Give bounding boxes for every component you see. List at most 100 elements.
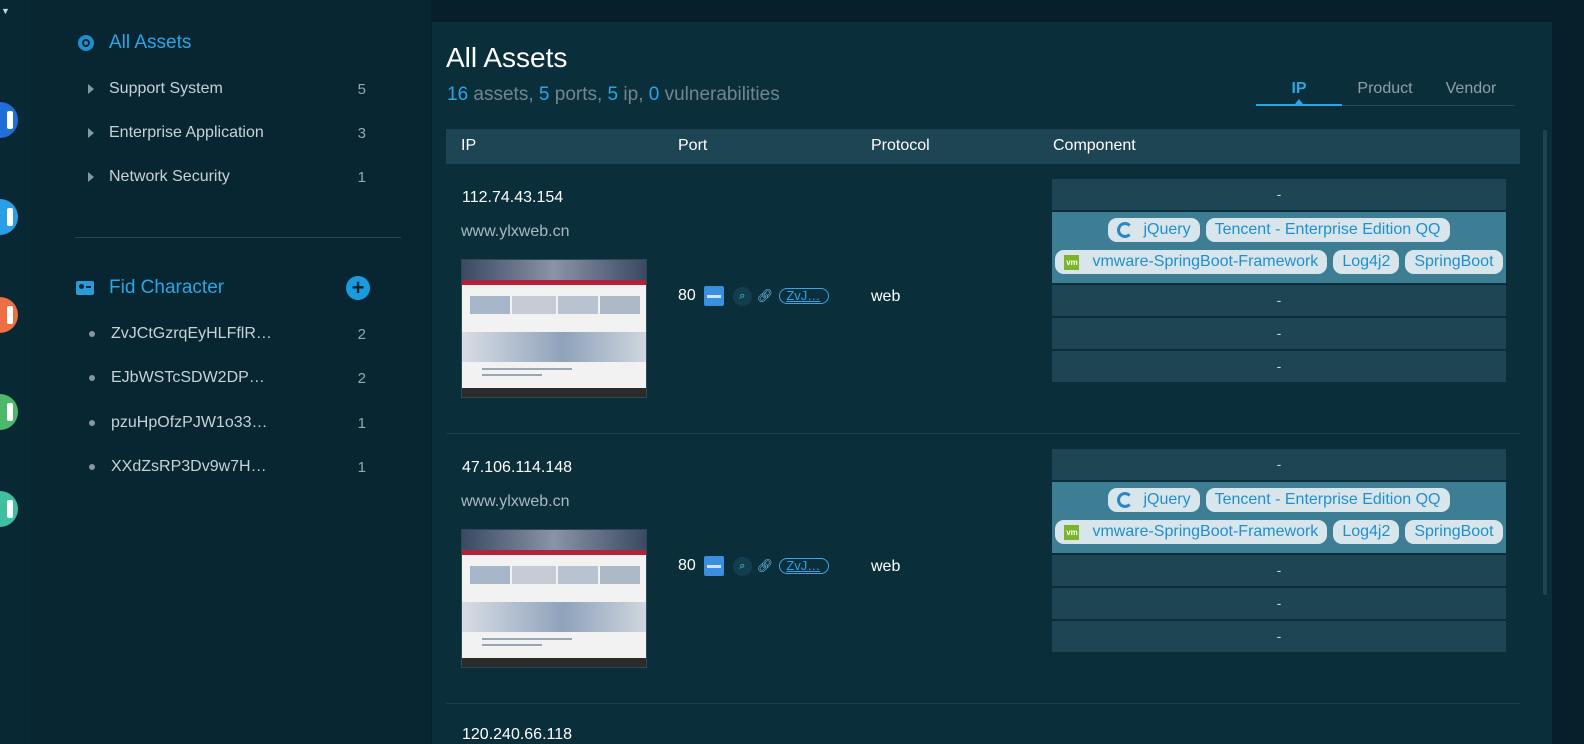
assets-panel: All Assets 16 assets, 5 ports, 5 ip, 0 v…	[432, 22, 1552, 744]
component-chip-log4j2[interactable]: Log4j2	[1333, 250, 1400, 274]
chip-label: Log4j2	[1342, 253, 1391, 270]
fid-item-count: 2	[357, 325, 366, 343]
rail-app-icon-1[interactable]	[0, 102, 18, 138]
page-title: All Assets	[446, 42, 568, 73]
column-header-ip: IP	[461, 137, 477, 154]
chip-label: vmware-SpringBoot-Framework	[1092, 253, 1319, 270]
component-chip-vmware-springboot[interactable]: vm vmware-SpringBoot-Framework	[1055, 520, 1328, 544]
search-detail-icon[interactable]: ⌕	[732, 286, 752, 306]
fid-item-label: pzuHpOfzPJW1o33…	[111, 414, 268, 431]
category-count: 3	[357, 124, 366, 142]
website-screenshot-thumbnail[interactable]	[461, 259, 647, 398]
protocol-value: web	[871, 558, 901, 575]
add-fid-button[interactable]: +	[346, 276, 370, 300]
chip-label: vmware-SpringBoot-Framework	[1092, 523, 1319, 540]
rail-app-icon-5[interactable]	[0, 491, 18, 527]
bullet-icon	[89, 331, 95, 337]
fid-character-label: Fid Character	[109, 277, 225, 298]
web-service-icon[interactable]	[703, 286, 724, 306]
fid-tag[interactable]: ZvJ…	[779, 288, 830, 304]
table-row: 47.106.114.148 www.ylxweb.cn 80 ⌕ 🔗︎ ZvJ…	[446, 434, 1520, 704]
jquery-icon	[1117, 222, 1134, 238]
port-number: 80	[678, 287, 696, 304]
component-cell: - jQuery Tencent - Enterprise Edition QQ…	[1052, 449, 1506, 654]
asset-summary: 16 assets, 5 ports, 5 ip, 0 vulnerabilit…	[447, 84, 780, 106]
tab-product[interactable]: Product	[1342, 78, 1428, 105]
fid-tag[interactable]: ZvJ…	[779, 558, 830, 574]
category-item-network-security[interactable]: Network Security 1	[88, 168, 374, 186]
fid-item[interactable]: EJbWSTcSDW2DP… 2	[88, 369, 374, 387]
row-ip-partial[interactable]: 120.240.66.118	[462, 726, 572, 744]
fid-item-count: 1	[357, 414, 366, 432]
fid-item[interactable]: XXdZsRP3Dv9w7H… 1	[88, 458, 374, 476]
fid-item[interactable]: ZvJCtGzrqEyHLFflR… 2	[88, 325, 374, 343]
web-service-icon[interactable]	[703, 556, 724, 576]
tab-vendor[interactable]: Vendor	[1428, 78, 1514, 105]
row-host[interactable]: www.ylxweb.cn	[461, 223, 569, 241]
expand-caret-icon[interactable]	[88, 84, 94, 94]
component-chip-vmware-springboot[interactable]: vm vmware-SpringBoot-Framework	[1055, 250, 1328, 274]
chip-label: Tencent - Enterprise Edition QQ	[1214, 491, 1441, 508]
component-empty-row: -	[1052, 555, 1506, 588]
component-chip-log4j2[interactable]: Log4j2	[1333, 520, 1400, 544]
port-cell: 80 ⌕ 🔗︎ ZvJ…	[678, 286, 830, 306]
component-chip-tencent-qq[interactable]: Tencent - Enterprise Edition QQ	[1205, 488, 1450, 512]
rail-app-icon-2[interactable]	[0, 199, 18, 235]
component-chip-springboot[interactable]: SpringBoot	[1405, 520, 1503, 544]
assets-text: assets,	[468, 84, 539, 105]
component-chip-tencent-qq[interactable]: Tencent - Enterprise Edition QQ	[1205, 218, 1450, 242]
port-number: 80	[678, 557, 696, 574]
chip-label: SpringBoot	[1414, 253, 1494, 270]
expand-caret-icon[interactable]	[88, 172, 94, 182]
chip-label: Tencent - Enterprise Edition QQ	[1214, 221, 1441, 238]
ip-count: 5	[607, 84, 619, 105]
rail-app-icon-3[interactable]	[0, 297, 18, 333]
ports-count: 5	[538, 84, 550, 105]
chip-label: Log4j2	[1342, 523, 1391, 540]
component-empty-row: -	[1052, 179, 1506, 212]
component-empty-row: -	[1052, 285, 1506, 318]
category-label: Enterprise Application	[109, 124, 264, 141]
category-count: 1	[357, 168, 366, 186]
nav-all-assets[interactable]: All Assets	[78, 32, 191, 54]
category-count: 5	[357, 80, 366, 98]
category-item-support-system[interactable]: Support System 5	[88, 80, 374, 98]
ip-text: ip,	[618, 84, 649, 105]
component-chips: jQuery Tencent - Enterprise Edition QQ v…	[1052, 212, 1506, 285]
port-cell: 80 ⌕ 🔗︎ ZvJ…	[678, 556, 830, 576]
nav-all-assets-label: All Assets	[109, 32, 192, 53]
column-header-protocol: Protocol	[871, 137, 930, 154]
chip-label: jQuery	[1143, 221, 1191, 238]
website-screenshot-thumbnail[interactable]	[461, 529, 647, 668]
row-host[interactable]: www.ylxweb.cn	[461, 493, 569, 511]
table-scrollbar[interactable]	[1543, 130, 1547, 595]
row-ip[interactable]: 47.106.114.148	[462, 459, 572, 477]
component-chip-jquery[interactable]: jQuery	[1108, 218, 1200, 242]
component-empty-row: -	[1052, 588, 1506, 621]
search-detail-icon[interactable]: ⌕	[732, 556, 752, 576]
tab-ip[interactable]: IP	[1256, 78, 1342, 106]
fid-item-count: 1	[357, 458, 366, 476]
view-tabs: IP Product Vendor	[1256, 78, 1514, 106]
jquery-icon	[1117, 492, 1134, 508]
category-item-enterprise-application[interactable]: Enterprise Application 3	[88, 124, 374, 142]
caret-down-icon[interactable]: ▼	[1, 6, 10, 16]
assets-icon	[78, 35, 94, 51]
fid-item[interactable]: pzuHpOfzPJW1o33… 1	[88, 414, 374, 432]
table-row: 112.74.43.154 www.ylxweb.cn 80 ⌕ 🔗︎ ZvJ……	[446, 164, 1520, 434]
id-card-icon	[76, 281, 94, 295]
row-ip[interactable]: 112.74.43.154	[462, 189, 563, 207]
component-empty-row: -	[1052, 621, 1506, 654]
rail-app-icon-4[interactable]	[0, 394, 18, 430]
vmware-icon: vm	[1064, 524, 1080, 540]
component-chip-springboot[interactable]: SpringBoot	[1405, 250, 1503, 274]
fid-item-count: 2	[357, 369, 366, 387]
component-empty-row: -	[1052, 449, 1506, 482]
sidebar-divider	[75, 237, 401, 238]
column-header-component: Component	[1053, 137, 1136, 154]
expand-caret-icon[interactable]	[88, 128, 94, 138]
bullet-icon	[89, 464, 95, 470]
component-chip-jquery[interactable]: jQuery	[1108, 488, 1200, 512]
link-icon[interactable]: 🔗︎	[757, 288, 774, 304]
link-icon[interactable]: 🔗︎	[757, 558, 774, 574]
